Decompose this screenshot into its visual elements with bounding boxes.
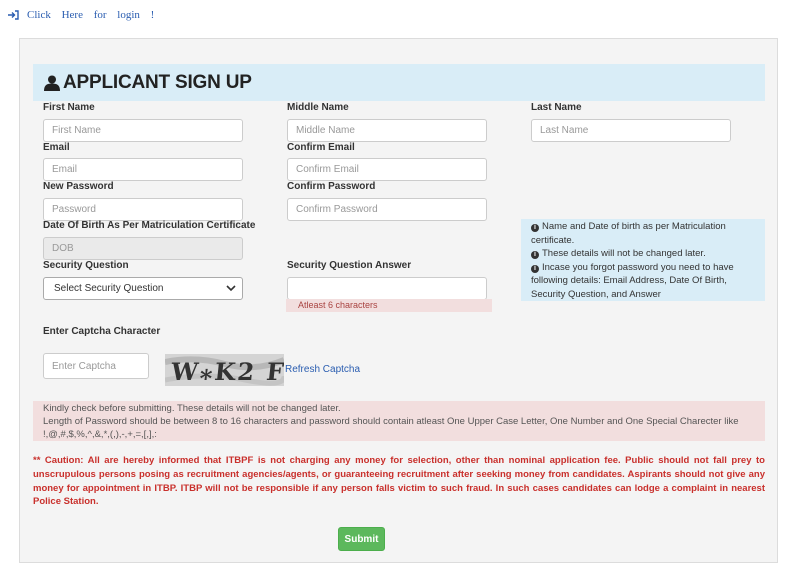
info-line-1: i Name and Date of birth as per Matricula… <box>531 221 726 246</box>
security-question-value: Select Security Question <box>54 283 164 294</box>
info-icon: i <box>531 224 539 232</box>
last-name-label: Last Name <box>531 102 582 113</box>
warning-line-1: Kindly check before submitting. These de… <box>43 403 341 414</box>
email-label: Email <box>43 142 70 153</box>
middle-name-input[interactable]: Middle Name <box>287 119 487 142</box>
refresh-captcha-link[interactable]: Refresh Captcha <box>285 364 360 375</box>
form-header: APPLICANT SIGN UP <box>33 64 765 101</box>
info-icon: i <box>531 264 539 273</box>
password-input[interactable]: Password <box>43 198 243 221</box>
confirm-password-label: Confirm Password <box>287 181 376 192</box>
captcha-image: W⁎K2 F <box>165 354 284 386</box>
first-name-label: First Name <box>43 102 95 113</box>
page-title: APPLICANT SIGN UP <box>63 71 252 93</box>
security-answer-input[interactable] <box>287 277 487 300</box>
info-line-2: i These details will not be changed later… <box>531 247 757 261</box>
confirm-email-label: Confirm Email <box>287 142 355 153</box>
middle-name-label: Middle Name <box>287 102 349 113</box>
sign-in-icon <box>8 10 19 20</box>
chevron-down-icon <box>226 285 236 292</box>
email-input[interactable]: Email <box>43 158 243 181</box>
dob-input[interactable]: DOB <box>43 237 243 260</box>
new-password-label: New Password <box>43 181 114 192</box>
security-question-label: Security Question <box>43 260 129 271</box>
captcha-text: W⁎K2 F <box>169 357 284 386</box>
user-icon <box>44 75 60 91</box>
confirm-password-input[interactable]: Confirm Password <box>287 198 487 221</box>
security-question-select[interactable]: Select Security Question <box>43 277 243 300</box>
first-name-input[interactable]: First Name <box>43 119 243 142</box>
login-link[interactable]: Click Here for login ! <box>8 9 154 21</box>
login-link-text[interactable]: Click Here for login ! <box>27 9 154 21</box>
warning-box: Kindly check before submitting. These de… <box>33 401 765 441</box>
info-line-3: i Incase you forgot password you need to … <box>531 261 734 300</box>
captcha-label: Enter Captcha Character <box>43 326 161 337</box>
info-box: i Name and Date of birth as per Matricula… <box>521 219 765 301</box>
caution-text: ** Caution: All are hereby informed that… <box>33 455 765 508</box>
answer-hint: Atleast 6 characters <box>286 299 492 312</box>
captcha-input[interactable]: Enter Captcha <box>43 353 149 379</box>
last-name-input[interactable]: Last Name <box>531 119 731 142</box>
confirm-email-input[interactable]: Confirm Email <box>287 158 487 181</box>
warning-line-2: Length of Password should be between 8 t… <box>43 416 739 440</box>
submit-button[interactable]: Submit <box>338 527 385 551</box>
security-answer-label: Security Question Answer <box>287 260 412 271</box>
info-icon: i <box>531 251 539 259</box>
dob-label: Date Of Birth As Per Matriculation Certi… <box>43 220 256 231</box>
